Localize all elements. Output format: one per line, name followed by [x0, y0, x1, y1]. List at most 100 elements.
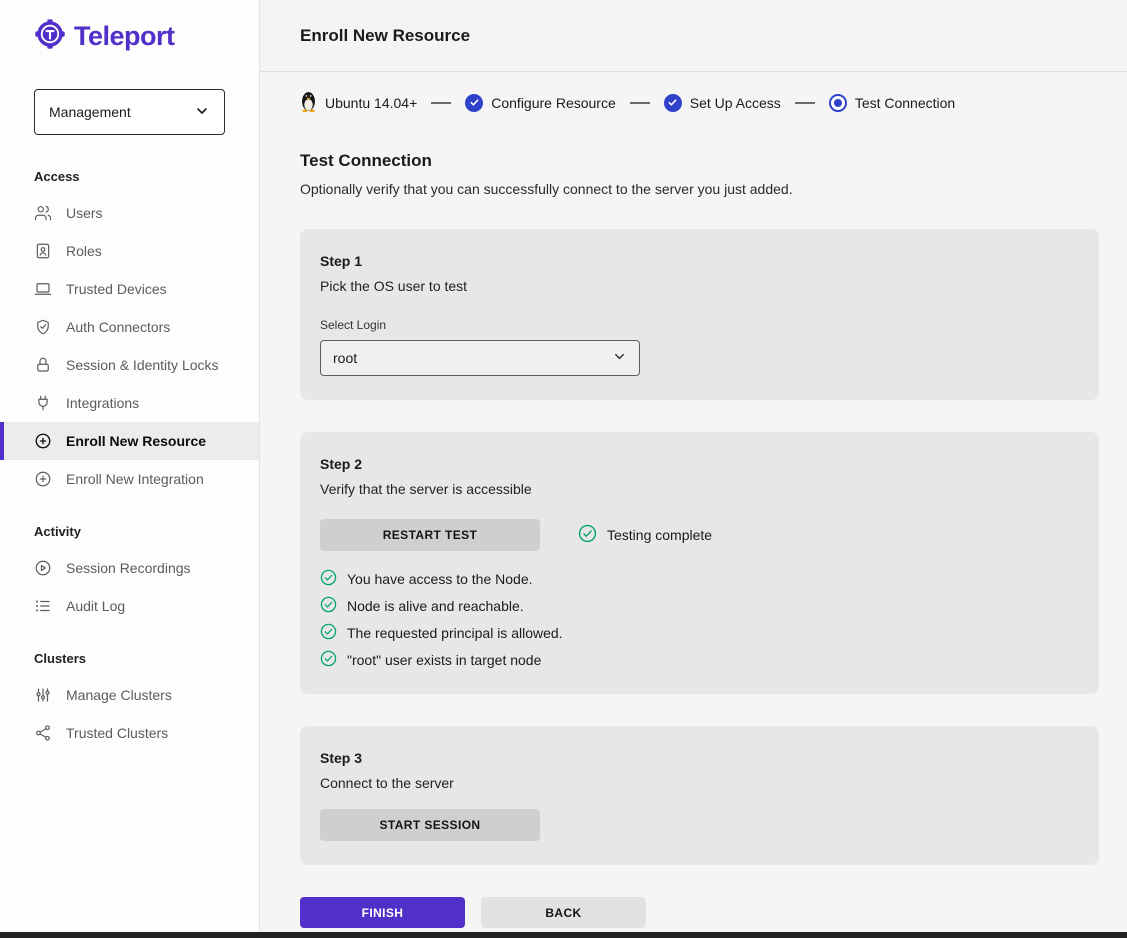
shield-icon [34, 318, 52, 336]
step1-title: Step 1 [320, 253, 1079, 269]
wizard-actions: FINISH BACK [300, 897, 1099, 928]
laptop-icon [34, 280, 52, 298]
plus-circle-icon [34, 470, 52, 488]
resource-chip: Ubuntu 14.04+ [300, 90, 417, 115]
sidebar-section-clusters: Clusters [0, 651, 259, 666]
sidebar-item-session-recordings[interactable]: Session Recordings [0, 549, 259, 587]
content: Ubuntu 14.04+ Configure Resource Set Up … [260, 72, 1127, 928]
play-circle-icon [34, 559, 52, 577]
sidebar-item-integrations[interactable]: Integrations [0, 384, 259, 422]
page-header: Enroll New Resource [260, 0, 1127, 72]
step-separator [431, 102, 451, 104]
check-row: Node is alive and reachable. [320, 596, 1079, 616]
sidebar-item-label: Users [66, 205, 103, 221]
login-select-value: root [333, 350, 357, 366]
check-text: You have access to the Node. [347, 571, 533, 587]
sidebar-item-label: Trusted Clusters [66, 725, 168, 741]
restart-test-button[interactable]: RESTART TEST [320, 519, 540, 551]
chevron-down-icon [612, 349, 627, 367]
lock-icon [34, 356, 52, 374]
sidebar-item-label: Trusted Devices [66, 281, 167, 297]
app-root: Teleport Management Access Users Roles [0, 0, 1127, 938]
login-select[interactable]: root [320, 340, 640, 376]
network-icon [34, 724, 52, 742]
teleport-logo[interactable]: Teleport [0, 18, 259, 55]
sidebar-item-label: Enroll New Integration [66, 471, 204, 487]
sidebar-item-auth-connectors[interactable]: Auth Connectors [0, 308, 259, 346]
sidebar-item-manage-clusters[interactable]: Manage Clusters [0, 676, 259, 714]
sidebar-item-enroll-new-resource[interactable]: Enroll New Resource [0, 422, 259, 460]
step-done-check-icon [465, 94, 483, 112]
check-text: "root" user exists in target node [347, 652, 541, 668]
success-check-icon [320, 650, 337, 670]
sidebar-item-audit-log[interactable]: Audit Log [0, 587, 259, 625]
management-dropdown[interactable]: Management [34, 89, 225, 135]
success-check-icon [320, 596, 337, 616]
page-title: Enroll New Resource [300, 26, 470, 46]
connection-check-list: You have access to the Node. Node is ali… [320, 569, 1079, 670]
step2-title: Step 2 [320, 456, 1079, 472]
resource-label: Ubuntu 14.04+ [325, 95, 417, 111]
teleport-logo-icon [34, 18, 66, 55]
list-icon [34, 597, 52, 615]
sidebar-item-trusted-devices[interactable]: Trusted Devices [0, 270, 259, 308]
sidebar-item-roles[interactable]: Roles [0, 232, 259, 270]
sidebar-item-label: Integrations [66, 395, 139, 411]
bottom-strip [0, 932, 1127, 938]
section-title: Test Connection [300, 151, 1099, 171]
enroll-stepper: Ubuntu 14.04+ Configure Resource Set Up … [300, 90, 1099, 115]
sidebar-item-label: Session & Identity Locks [66, 357, 219, 373]
id-badge-icon [34, 242, 52, 260]
step1-card: Step 1 Pick the OS user to test Select L… [300, 229, 1099, 400]
testing-status-text: Testing complete [607, 527, 712, 543]
step-done-check-icon [664, 94, 682, 112]
sidebar-item-label: Audit Log [66, 598, 125, 614]
check-row: "root" user exists in target node [320, 650, 1079, 670]
linux-penguin-icon [300, 90, 317, 115]
main-area: Enroll New Resource [260, 0, 1127, 938]
step-set-up-access: Set Up Access [664, 94, 781, 112]
teleport-logo-text: Teleport [74, 21, 175, 52]
sliders-icon [34, 686, 52, 704]
step-label: Configure Resource [491, 95, 616, 111]
plug-icon [34, 394, 52, 412]
check-row: You have access to the Node. [320, 569, 1079, 589]
step2-description: Verify that the server is accessible [320, 481, 1079, 497]
step1-description: Pick the OS user to test [320, 278, 1079, 294]
sidebar-item-trusted-clusters[interactable]: Trusted Clusters [0, 714, 259, 752]
step3-description: Connect to the server [320, 775, 1079, 791]
sidebar-item-users[interactable]: Users [0, 194, 259, 232]
sidebar-item-label: Auth Connectors [66, 319, 170, 335]
check-text: The requested principal is allowed. [347, 625, 563, 641]
management-dropdown-value: Management [49, 104, 131, 120]
back-button[interactable]: BACK [481, 897, 646, 928]
sidebar-item-session-identity-locks[interactable]: Session & Identity Locks [0, 346, 259, 384]
step-separator [630, 102, 650, 104]
step2-card: Step 2 Verify that the server is accessi… [300, 432, 1099, 694]
sidebar-item-label: Enroll New Resource [66, 433, 206, 449]
sidebar-item-label: Roles [66, 243, 102, 259]
step-current-radio-icon [829, 94, 847, 112]
chevron-down-icon [194, 103, 210, 122]
select-login-label: Select Login [320, 318, 1079, 332]
sidebar-section-access: Access [0, 169, 259, 184]
step-test-connection: Test Connection [829, 94, 955, 112]
start-session-button[interactable]: START SESSION [320, 809, 540, 841]
sidebar-item-label: Session Recordings [66, 560, 191, 576]
success-check-icon [320, 569, 337, 589]
step-separator [795, 102, 815, 104]
step-label: Set Up Access [690, 95, 781, 111]
sidebar: Teleport Management Access Users Roles [0, 0, 260, 938]
step3-title: Step 3 [320, 750, 1079, 766]
finish-button[interactable]: FINISH [300, 897, 465, 928]
check-row: The requested principal is allowed. [320, 623, 1079, 643]
step-label: Test Connection [855, 95, 955, 111]
success-check-icon [320, 623, 337, 643]
sidebar-item-label: Manage Clusters [66, 687, 172, 703]
sidebar-item-enroll-new-integration[interactable]: Enroll New Integration [0, 460, 259, 498]
plus-circle-icon [34, 432, 52, 450]
check-text: Node is alive and reachable. [347, 598, 524, 614]
step3-card: Step 3 Connect to the server START SESSI… [300, 726, 1099, 865]
testing-status: Testing complete [578, 524, 712, 546]
success-check-icon [578, 524, 597, 546]
